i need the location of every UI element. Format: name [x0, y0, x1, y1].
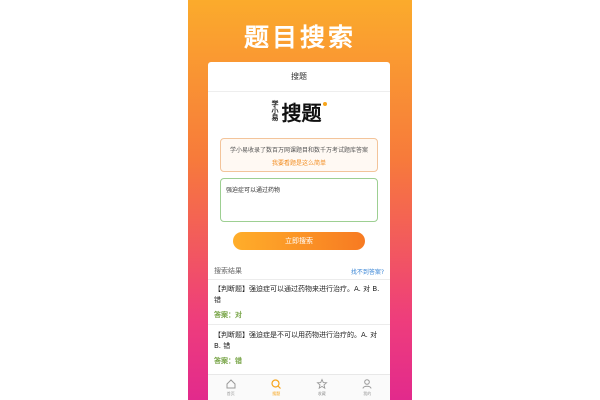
result-answer: 答案：错: [214, 357, 242, 365]
logo-char: 易: [271, 113, 279, 122]
info-box: 学小易收录了数百万网课题目和数千万考试题库答案 我要看题是这么简单: [220, 138, 378, 172]
tab-label: 搜题: [272, 391, 281, 396]
home-icon: [226, 379, 236, 389]
search-button[interactable]: 立即搜索: [233, 232, 365, 250]
phone-screen: 搜题 学 小 易 搜题 学小易收录了数百万网课题目和数千万考试题库答案 我要看题…: [208, 62, 390, 400]
results-label: 搜索结果: [214, 267, 242, 275]
tab-home[interactable]: 首页: [213, 378, 249, 397]
result-answer: 答案：对: [214, 311, 242, 319]
info-link[interactable]: 我要看题是这么简单: [221, 158, 377, 167]
search-input[interactable]: 强迫症可以通过药物: [220, 178, 378, 222]
divider: [208, 324, 390, 325]
results-header: 搜索结果 找不到答案?: [214, 266, 384, 276]
app-logo: 学 小 易 搜题: [208, 96, 390, 126]
tab-label: 首页: [226, 391, 235, 396]
logo-big-text: 搜题: [281, 100, 322, 125]
user-icon: [362, 379, 372, 389]
screenshot-stage: 题目搜索 搜题 学 小 易 搜题 学小易收录了数百万网课题目和数千万考试题库答案…: [0, 0, 600, 400]
promo-title: 题目搜索: [243, 23, 356, 52]
tab-bar: 首页 搜题 收藏 我的: [208, 374, 390, 400]
search-icon: [271, 379, 282, 389]
tab-profile[interactable]: 我的: [349, 378, 385, 397]
star-icon: [316, 378, 328, 390]
result-question[interactable]: 【判断题】强迫症可以通过药物来进行治疗。A. 对 B. 错: [214, 284, 386, 306]
tab-search[interactable]: 搜题: [258, 378, 294, 397]
info-text: 学小易收录了数百万网课题目和数千万考试题库答案: [229, 147, 368, 154]
tab-label: 收藏: [317, 391, 326, 396]
divider: [208, 279, 390, 280]
not-found-link[interactable]: 找不到答案?: [351, 267, 384, 276]
logo-dot-icon: [322, 102, 327, 106]
logo-small-text: 学 小 易: [271, 100, 279, 122]
nav-title: 搜题: [208, 62, 390, 92]
result-question[interactable]: 【判断题】强迫症是不可以用药物进行治疗的。A. 对 B. 错: [214, 330, 386, 352]
tab-label: 我的: [363, 391, 372, 396]
tab-favorites[interactable]: 收藏: [304, 378, 340, 397]
promo-background: 题目搜索 搜题 学 小 易 搜题 学小易收录了数百万网课题目和数千万考试题库答案…: [188, 0, 412, 400]
